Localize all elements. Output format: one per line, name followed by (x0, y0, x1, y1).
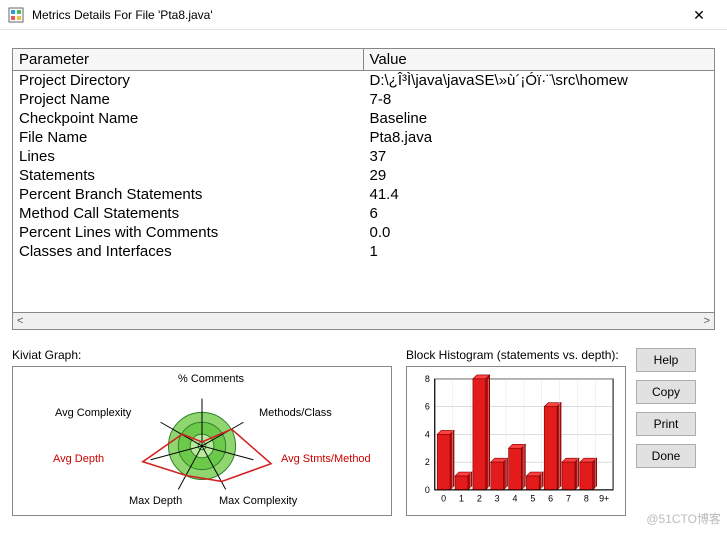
table-row[interactable]: Project DirectoryD:\¿Î³Ì\java\javaSE\»ù´… (13, 71, 714, 91)
axis-stmts: Avg Stmts/Method (281, 453, 371, 465)
lower-panels: Kiviat Graph: (12, 348, 715, 516)
axis-methods: Methods/Class (259, 407, 332, 419)
print-button[interactable]: Print (636, 412, 696, 436)
svg-text:6: 6 (548, 494, 553, 504)
cell-value: 0.0 (363, 223, 714, 242)
table-row[interactable]: Checkpoint NameBaseline (13, 109, 714, 128)
close-button[interactable]: ✕ (679, 0, 719, 30)
axis-comments: % Comments (178, 373, 244, 385)
button-group: Help Copy Print Done (636, 348, 696, 516)
horizontal-scrollbar[interactable]: < > (12, 313, 715, 330)
scroll-left-icon[interactable]: < (17, 315, 23, 327)
cell-value: 29 (363, 166, 714, 185)
cell-parameter: Checkpoint Name (13, 109, 363, 128)
table-row[interactable]: Method Call Statements6 (13, 204, 714, 223)
cell-parameter: Percent Branch Statements (13, 185, 363, 204)
svg-text:7: 7 (566, 494, 571, 504)
axis-maxcomp: Max Complexity (219, 495, 297, 507)
help-button[interactable]: Help (636, 348, 696, 372)
title-bar: Metrics Details For File 'Pta8.java' ✕ (0, 0, 727, 30)
cell-value: 7-8 (363, 90, 714, 109)
svg-text:4: 4 (513, 494, 518, 504)
app-icon (8, 7, 24, 23)
svg-text:5: 5 (530, 494, 535, 504)
svg-text:1: 1 (459, 494, 464, 504)
svg-text:2: 2 (425, 457, 430, 467)
svg-text:3: 3 (495, 494, 500, 504)
table-row[interactable]: File NamePta8.java (13, 128, 714, 147)
histogram-label: Block Histogram (statements vs. depth): (406, 348, 626, 362)
svg-text:9+: 9+ (599, 494, 609, 504)
done-button[interactable]: Done (636, 444, 696, 468)
table-row[interactable]: Statements29 (13, 166, 714, 185)
cell-value: D:\¿Î³Ì\java\javaSE\»ù´¡Óï·¨\src\homew (363, 71, 714, 91)
svg-text:2: 2 (477, 494, 482, 504)
cell-parameter: Method Call Statements (13, 204, 363, 223)
metrics-table: Parameter Value Project DirectoryD:\¿Î³Ì… (13, 49, 714, 261)
cell-value: Pta8.java (363, 128, 714, 147)
kiviat-panel: Kiviat Graph: (12, 348, 392, 516)
table-row[interactable]: Percent Lines with Comments0.0 (13, 223, 714, 242)
metrics-table-container: Parameter Value Project DirectoryD:\¿Î³Ì… (12, 48, 715, 313)
cell-parameter: Project Directory (13, 71, 363, 91)
svg-text:6: 6 (425, 402, 430, 412)
cell-parameter: Lines (13, 147, 363, 166)
table-row[interactable]: Project Name7-8 (13, 90, 714, 109)
cell-parameter: Project Name (13, 90, 363, 109)
cell-parameter: Classes and Interfaces (13, 242, 363, 261)
svg-text:8: 8 (584, 494, 589, 504)
scroll-right-icon[interactable]: > (704, 315, 710, 327)
window-title: Metrics Details For File 'Pta8.java' (32, 8, 679, 22)
cell-value: 41.4 (363, 185, 714, 204)
kiviat-graph: % Comments Methods/Class Avg Stmts/Metho… (12, 366, 392, 516)
content-area: Parameter Value Project DirectoryD:\¿Î³Ì… (0, 30, 727, 528)
column-header-value[interactable]: Value (363, 49, 714, 71)
table-row[interactable]: Lines37 (13, 147, 714, 166)
cell-value: Baseline (363, 109, 714, 128)
copy-button[interactable]: Copy (636, 380, 696, 404)
cell-value: 6 (363, 204, 714, 223)
svg-text:0: 0 (441, 494, 446, 504)
table-row[interactable]: Classes and Interfaces1 (13, 242, 714, 261)
svg-text:4: 4 (425, 429, 430, 439)
histogram-panel: Block Histogram (statements vs. depth): … (406, 348, 715, 516)
table-row[interactable]: Percent Branch Statements41.4 (13, 185, 714, 204)
block-histogram: 0 2 4 6 8 0 1 2 3 4 5 6 7 8 9+ (406, 366, 626, 516)
cell-parameter: File Name (13, 128, 363, 147)
svg-text:0: 0 (425, 485, 430, 495)
svg-text:8: 8 (425, 374, 430, 384)
column-header-parameter[interactable]: Parameter (13, 49, 363, 71)
kiviat-label: Kiviat Graph: (12, 348, 392, 362)
cell-parameter: Statements (13, 166, 363, 185)
axis-avgcomp: Avg Complexity (55, 407, 131, 419)
axis-avgdepth: Avg Depth (53, 453, 104, 465)
cell-value: 37 (363, 147, 714, 166)
cell-value: 1 (363, 242, 714, 261)
axis-maxdepth: Max Depth (129, 495, 182, 507)
cell-parameter: Percent Lines with Comments (13, 223, 363, 242)
